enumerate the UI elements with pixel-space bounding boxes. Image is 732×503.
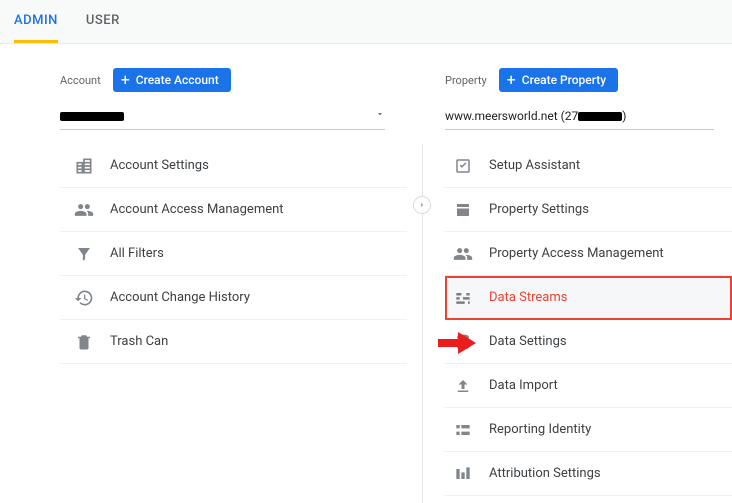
people-icon — [453, 244, 473, 264]
filter-icon — [74, 244, 94, 264]
account-selector[interactable] — [60, 102, 385, 130]
menu-label: Data Streams — [489, 290, 567, 305]
account-settings-item[interactable]: Account Settings — [60, 144, 407, 188]
trash-icon — [74, 332, 94, 352]
arrow-right-icon — [417, 200, 427, 210]
data-settings-item[interactable]: Data Settings — [445, 320, 732, 364]
tab-admin[interactable]: ADMIN — [14, 0, 58, 43]
menu-label: All Filters — [110, 246, 164, 261]
plus-icon: + — [507, 72, 516, 88]
attribution-icon — [453, 464, 473, 484]
create-account-button[interactable]: + Create Account — [113, 68, 231, 92]
reporting-identity-item[interactable]: Reporting Identity — [445, 408, 732, 452]
stream-icon — [453, 288, 473, 308]
window-icon — [453, 200, 473, 220]
account-column: Account + Create Account Account Setting… — [0, 44, 415, 503]
data-import-item[interactable]: Data Import — [445, 364, 732, 408]
create-property-button[interactable]: + Create Property — [499, 68, 618, 92]
create-property-label: Create Property — [522, 73, 606, 87]
top-tabs: ADMIN USER — [0, 0, 732, 44]
create-account-label: Create Account — [136, 73, 219, 87]
account-head-label: Account — [60, 74, 101, 87]
property-settings-item[interactable]: Property Settings — [445, 188, 732, 232]
menu-label: Account Settings — [110, 158, 209, 173]
menu-label: Setup Assistant — [489, 158, 580, 173]
building-icon — [74, 156, 94, 176]
highlight-arrow — [438, 330, 476, 356]
history-icon — [74, 288, 94, 308]
property-column: Property + Create Property www.meersworl… — [415, 44, 732, 503]
tab-user[interactable]: USER — [86, 0, 120, 43]
attribution-settings-item[interactable]: Attribution Settings — [445, 452, 732, 496]
account-history-item[interactable]: Account Change History — [60, 276, 407, 320]
trash-can-item[interactable]: Trash Can — [60, 320, 407, 364]
setup-assistant-item[interactable]: Setup Assistant — [445, 144, 732, 188]
menu-label: Account Change History — [110, 290, 250, 305]
check-box-icon — [453, 156, 473, 176]
people-icon — [74, 200, 94, 220]
property-access-item[interactable]: Property Access Management — [445, 232, 732, 276]
property-head-label: Property — [445, 74, 487, 87]
caret-down-icon — [375, 108, 385, 123]
property-selector-value: www.meersworld.net (27) — [445, 109, 626, 123]
plus-icon: + — [121, 72, 130, 88]
menu-label: Property Settings — [489, 202, 589, 217]
identity-icon — [453, 420, 473, 440]
account-menu: Account Settings Account Access Manageme… — [60, 144, 407, 364]
data-streams-item[interactable]: Data Streams — [445, 276, 732, 320]
menu-label: Attribution Settings — [489, 466, 601, 481]
upload-icon — [453, 376, 473, 396]
property-menu: Setup Assistant Property Settings Proper… — [445, 144, 732, 496]
all-filters-item[interactable]: All Filters — [60, 232, 407, 276]
menu-label: Property Access Management — [489, 246, 664, 261]
account-selector-value — [60, 109, 124, 123]
account-access-item[interactable]: Account Access Management — [60, 188, 407, 232]
property-selector[interactable]: www.meersworld.net (27) — [445, 102, 714, 130]
column-nav-button[interactable] — [413, 196, 431, 214]
menu-label: Data Settings — [489, 334, 567, 349]
menu-label: Reporting Identity — [489, 422, 591, 437]
menu-label: Account Access Management — [110, 202, 284, 217]
menu-label: Trash Can — [110, 334, 168, 349]
menu-label: Data Import — [489, 378, 558, 393]
